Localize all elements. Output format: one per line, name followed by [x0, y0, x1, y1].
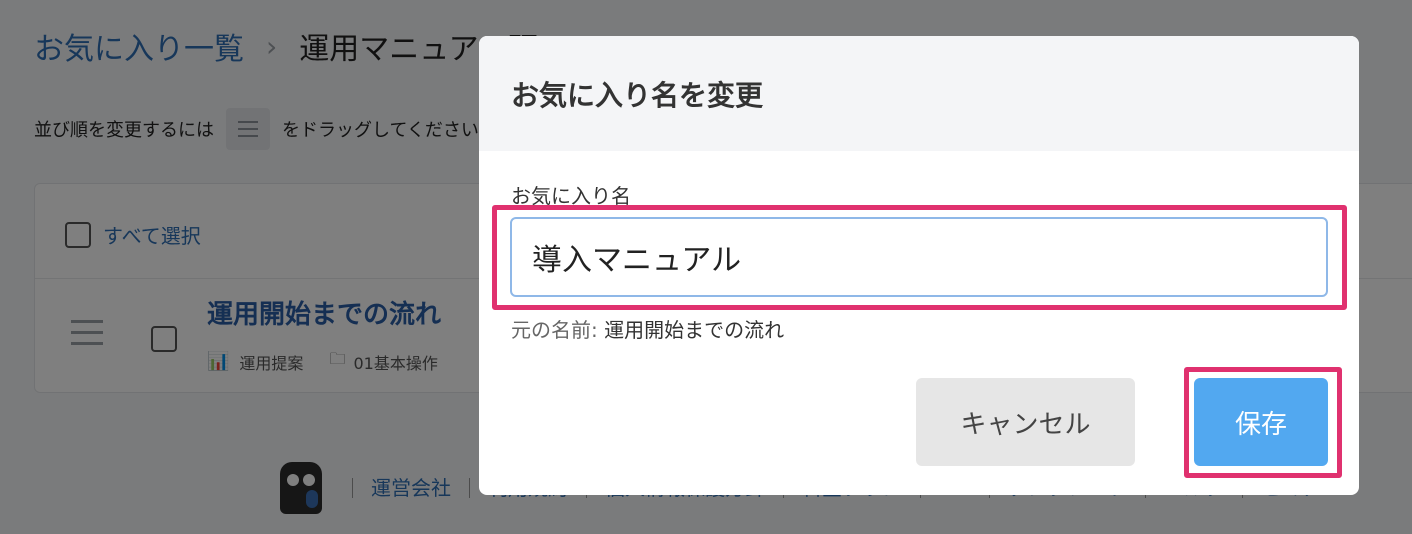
favorite-name-input[interactable] — [510, 217, 1328, 297]
save-button[interactable]: 保存 — [1194, 378, 1328, 466]
dialog-title: お気に入り名を変更 — [511, 78, 764, 112]
dialog-header: お気に入り名を変更 — [479, 36, 1359, 151]
favorite-name-label: お気に入り名 — [511, 184, 631, 208]
original-name-value: 運用開始までの流れ — [604, 318, 785, 342]
rename-favorite-dialog: お気に入り名を変更 お気に入り名 元の名前: 運用開始までの流れ キャンセル 保… — [479, 36, 1359, 495]
original-name-label: 元の名前: — [511, 318, 598, 342]
cancel-button[interactable]: キャンセル — [916, 378, 1135, 466]
original-name: 元の名前: 運用開始までの流れ — [511, 314, 784, 343]
